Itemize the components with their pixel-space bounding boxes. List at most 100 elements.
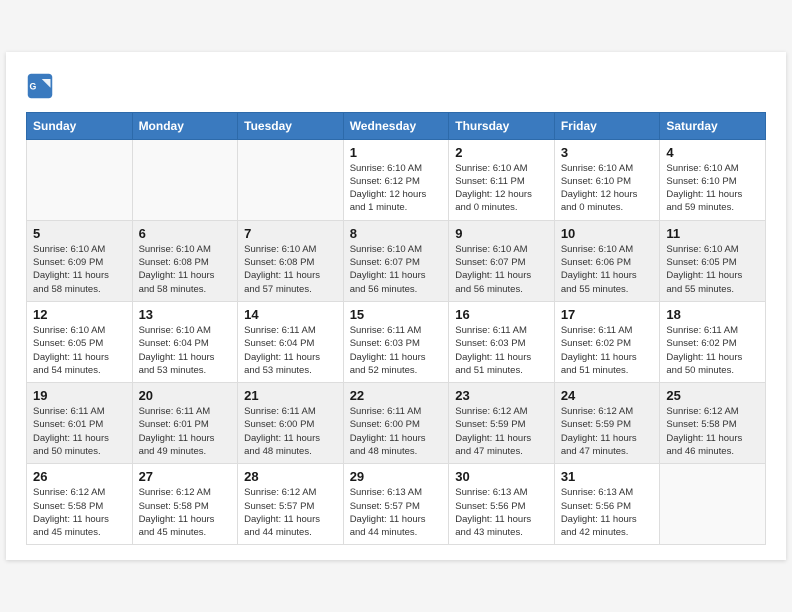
- day-info: Sunrise: 6:10 AM Sunset: 6:12 PM Dayligh…: [350, 162, 443, 215]
- calendar-cell: 31 Sunrise: 6:13 AM Sunset: 5:56 PM Dayli…: [554, 464, 660, 545]
- weekday-header-tuesday: Tuesday: [238, 112, 344, 139]
- calendar-cell: 6Sunrise: 6:10 AM Sunset: 6:08 PM Daylig…: [132, 220, 238, 301]
- day-info: Sunrise: 6:10 AM Sunset: 6:05 PM Dayligh…: [666, 243, 759, 296]
- calendar-cell: 29 Sunrise: 6:13 AM Sunset: 5:57 PM Dayli…: [343, 464, 449, 545]
- weekday-header-monday: Monday: [132, 112, 238, 139]
- day-info: Sunrise: 6:13 AM Sunset: 5:57 PM Dayligh…: [350, 486, 443, 539]
- day-number: 15: [350, 307, 443, 322]
- day-info: Sunrise: 6:11 AM Sunset: 6:03 PM Dayligh…: [455, 324, 548, 377]
- calendar-cell: [132, 139, 238, 220]
- calendar-container: G SundayMondayTuesdayWednesdayThursdayFr…: [6, 52, 786, 561]
- day-number: 8: [350, 226, 443, 241]
- day-info: Sunrise: 6:11 AM Sunset: 6:03 PM Dayligh…: [350, 324, 443, 377]
- day-number: 5: [33, 226, 126, 241]
- week-row-1: 5Sunrise: 6:10 AM Sunset: 6:09 PM Daylig…: [27, 220, 766, 301]
- day-number: 3: [561, 145, 654, 160]
- day-info: Sunrise: 6:11 AM Sunset: 6:04 PM Dayligh…: [244, 324, 337, 377]
- day-info: Sunrise: 6:12 AM Sunset: 5:58 PM Dayligh…: [33, 486, 126, 539]
- calendar-cell: 10 Sunrise: 6:10 AM Sunset: 6:06 PM Dayli…: [554, 220, 660, 301]
- calendar-cell: 16 Sunrise: 6:11 AM Sunset: 6:03 PM Dayli…: [449, 301, 555, 382]
- calendar-cell: 11 Sunrise: 6:10 AM Sunset: 6:05 PM Dayli…: [660, 220, 766, 301]
- day-info: Sunrise: 6:10 AM Sunset: 6:06 PM Dayligh…: [561, 243, 654, 296]
- week-row-0: 1 Sunrise: 6:10 AM Sunset: 6:12 PM Daylig…: [27, 139, 766, 220]
- calendar-header: G: [26, 72, 766, 100]
- day-info: Sunrise: 6:10 AM Sunset: 6:08 PM Dayligh…: [244, 243, 337, 296]
- day-info: Sunrise: 6:11 AM Sunset: 6:01 PM Dayligh…: [33, 405, 126, 458]
- day-info: Sunrise: 6:10 AM Sunset: 6:11 PM Dayligh…: [455, 162, 548, 215]
- calendar-cell: 4Sunrise: 6:10 AM Sunset: 6:10 PM Daylig…: [660, 139, 766, 220]
- calendar-cell: 20Sunrise: 6:11 AM Sunset: 6:01 PM Dayli…: [132, 383, 238, 464]
- day-number: 20: [139, 388, 232, 403]
- calendar-cell: 25 Sunrise: 6:12 AM Sunset: 5:58 PM Dayli…: [660, 383, 766, 464]
- calendar-cell: 26 Sunrise: 6:12 AM Sunset: 5:58 PM Dayli…: [27, 464, 133, 545]
- calendar-cell: 24 Sunrise: 6:12 AM Sunset: 5:59 PM Dayli…: [554, 383, 660, 464]
- day-info: Sunrise: 6:10 AM Sunset: 6:07 PM Dayligh…: [350, 243, 443, 296]
- day-number: 19: [33, 388, 126, 403]
- day-number: 31: [561, 469, 654, 484]
- calendar-cell: [238, 139, 344, 220]
- calendar-cell: 23 Sunrise: 6:12 AM Sunset: 5:59 PM Dayli…: [449, 383, 555, 464]
- day-info: Sunrise: 6:11 AM Sunset: 6:00 PM Dayligh…: [350, 405, 443, 458]
- calendar-cell: 21 Sunrise: 6:11 AM Sunset: 6:00 PM Dayli…: [238, 383, 344, 464]
- calendar-cell: 15 Sunrise: 6:11 AM Sunset: 6:03 PM Dayli…: [343, 301, 449, 382]
- day-number: 26: [33, 469, 126, 484]
- calendar-cell: 12Sunrise: 6:10 AM Sunset: 6:05 PM Dayli…: [27, 301, 133, 382]
- day-number: 28: [244, 469, 337, 484]
- calendar-cell: 1 Sunrise: 6:10 AM Sunset: 6:12 PM Daylig…: [343, 139, 449, 220]
- week-row-3: 19 Sunrise: 6:11 AM Sunset: 6:01 PM Dayli…: [27, 383, 766, 464]
- day-number: 10: [561, 226, 654, 241]
- calendar-cell: 27Sunrise: 6:12 AM Sunset: 5:58 PM Dayli…: [132, 464, 238, 545]
- day-info: Sunrise: 6:11 AM Sunset: 6:02 PM Dayligh…: [666, 324, 759, 377]
- day-number: 9: [455, 226, 548, 241]
- calendar-cell: 19 Sunrise: 6:11 AM Sunset: 6:01 PM Dayli…: [27, 383, 133, 464]
- day-number: 23: [455, 388, 548, 403]
- day-info: Sunrise: 6:12 AM Sunset: 5:58 PM Dayligh…: [666, 405, 759, 458]
- svg-text:G: G: [30, 81, 37, 91]
- calendar-cell: 17 Sunrise: 6:11 AM Sunset: 6:02 PM Dayli…: [554, 301, 660, 382]
- week-row-2: 12Sunrise: 6:10 AM Sunset: 6:05 PM Dayli…: [27, 301, 766, 382]
- day-info: Sunrise: 6:13 AM Sunset: 5:56 PM Dayligh…: [455, 486, 548, 539]
- day-number: 24: [561, 388, 654, 403]
- calendar-cell: 22 Sunrise: 6:11 AM Sunset: 6:00 PM Dayli…: [343, 383, 449, 464]
- day-number: 14: [244, 307, 337, 322]
- day-number: 25: [666, 388, 759, 403]
- calendar-cell: [27, 139, 133, 220]
- calendar-cell: [660, 464, 766, 545]
- day-number: 12: [33, 307, 126, 322]
- day-info: Sunrise: 6:12 AM Sunset: 5:58 PM Dayligh…: [139, 486, 232, 539]
- day-info: Sunrise: 6:11 AM Sunset: 6:02 PM Dayligh…: [561, 324, 654, 377]
- day-number: 22: [350, 388, 443, 403]
- day-info: Sunrise: 6:12 AM Sunset: 5:59 PM Dayligh…: [561, 405, 654, 458]
- calendar-cell: 13 Sunrise: 6:10 AM Sunset: 6:04 PM Dayli…: [132, 301, 238, 382]
- day-number: 21: [244, 388, 337, 403]
- day-number: 17: [561, 307, 654, 322]
- day-number: 11: [666, 226, 759, 241]
- calendar-cell: 8 Sunrise: 6:10 AM Sunset: 6:07 PM Daylig…: [343, 220, 449, 301]
- day-info: Sunrise: 6:10 AM Sunset: 6:10 PM Dayligh…: [561, 162, 654, 215]
- calendar-grid: SundayMondayTuesdayWednesdayThursdayFrid…: [26, 112, 766, 546]
- day-info: Sunrise: 6:10 AM Sunset: 6:04 PM Dayligh…: [139, 324, 232, 377]
- day-number: 30: [455, 469, 548, 484]
- weekday-header-thursday: Thursday: [449, 112, 555, 139]
- day-info: Sunrise: 6:11 AM Sunset: 6:00 PM Dayligh…: [244, 405, 337, 458]
- day-info: Sunrise: 6:10 AM Sunset: 6:07 PM Dayligh…: [455, 243, 548, 296]
- day-number: 1: [350, 145, 443, 160]
- day-info: Sunrise: 6:12 AM Sunset: 5:59 PM Dayligh…: [455, 405, 548, 458]
- weekday-header-sunday: Sunday: [27, 112, 133, 139]
- day-number: 29: [350, 469, 443, 484]
- day-number: 18: [666, 307, 759, 322]
- day-number: 16: [455, 307, 548, 322]
- calendar-cell: 30 Sunrise: 6:13 AM Sunset: 5:56 PM Dayli…: [449, 464, 555, 545]
- calendar-cell: 5Sunrise: 6:10 AM Sunset: 6:09 PM Daylig…: [27, 220, 133, 301]
- logo: G: [26, 72, 58, 100]
- day-info: Sunrise: 6:13 AM Sunset: 5:56 PM Dayligh…: [561, 486, 654, 539]
- day-info: Sunrise: 6:10 AM Sunset: 6:08 PM Dayligh…: [139, 243, 232, 296]
- calendar-cell: 18 Sunrise: 6:11 AM Sunset: 6:02 PM Dayli…: [660, 301, 766, 382]
- calendar-cell: 2 Sunrise: 6:10 AM Sunset: 6:11 PM Daylig…: [449, 139, 555, 220]
- day-number: 7: [244, 226, 337, 241]
- weekday-header-saturday: Saturday: [660, 112, 766, 139]
- day-number: 2: [455, 145, 548, 160]
- week-row-4: 26 Sunrise: 6:12 AM Sunset: 5:58 PM Dayli…: [27, 464, 766, 545]
- day-number: 13: [139, 307, 232, 322]
- calendar-cell: 9 Sunrise: 6:10 AM Sunset: 6:07 PM Daylig…: [449, 220, 555, 301]
